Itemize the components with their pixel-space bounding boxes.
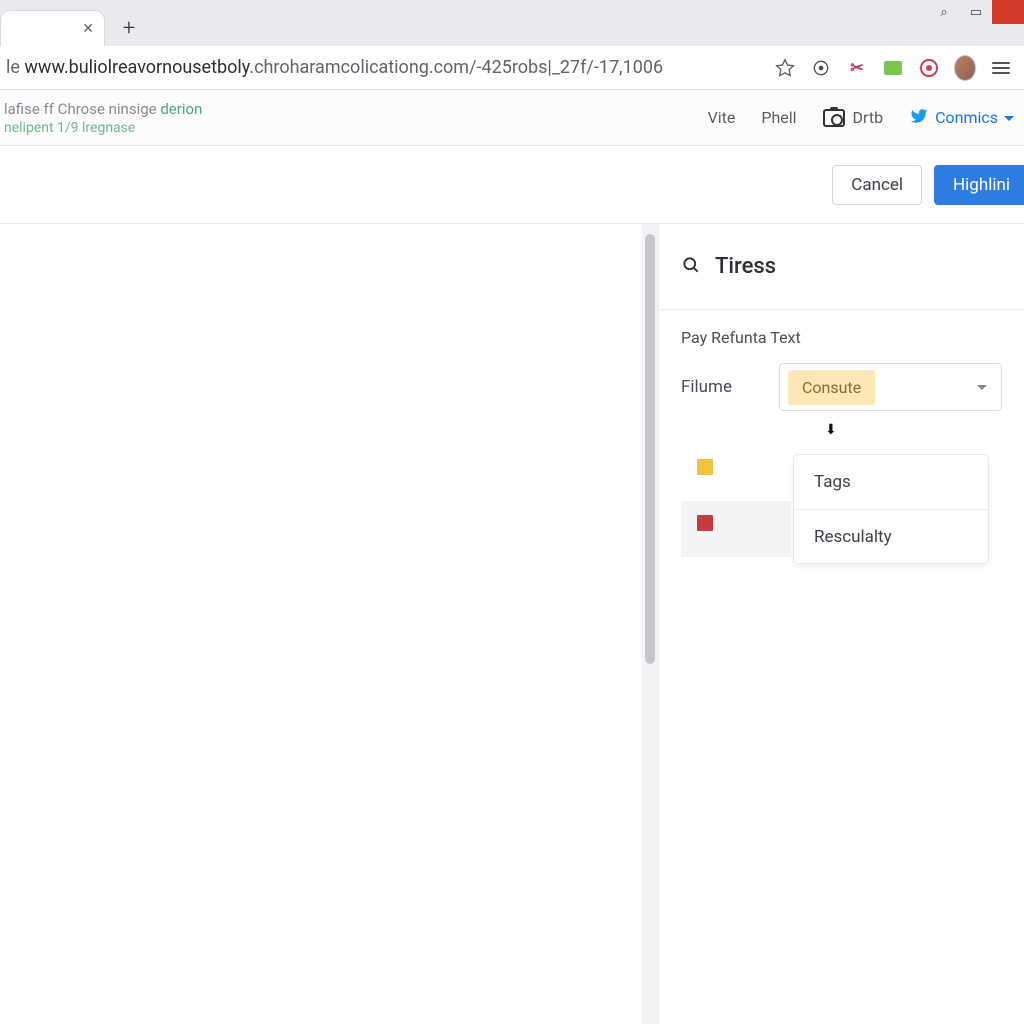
- subbar-line2: nelipent 1/9 lregnase: [4, 120, 202, 136]
- scrollbar-thumb[interactable]: [645, 234, 655, 664]
- search-icon[interactable]: [681, 255, 701, 279]
- url-prefix: le: [6, 57, 24, 78]
- bookmark-star-icon[interactable]: [774, 57, 796, 79]
- legend-item-yellow[interactable]: [681, 445, 791, 501]
- tab-strip: ✕ + ⌕ ▭: [0, 0, 1024, 46]
- sub-bar: lafise ff Chrose ninsige derion nelipent…: [0, 90, 1024, 146]
- profile-avatar[interactable]: [954, 57, 976, 79]
- subbar-line1: lafise ff Chrose ninsige derion: [4, 100, 202, 118]
- url-host: www.buliolreavornousetboly: [24, 57, 249, 78]
- filter-option-resculalty[interactable]: Resculalty: [794, 509, 988, 563]
- window-restore-icon[interactable]: ▭: [960, 0, 992, 24]
- filter-select[interactable]: Consute: [779, 363, 1002, 411]
- legend-item-red[interactable]: [681, 501, 791, 557]
- window-search-icon[interactable]: ⌕: [928, 0, 960, 24]
- main-area: Tiress Pay Refunta Text Filume Consute ⬇: [0, 224, 1024, 1024]
- close-tab-icon[interactable]: ✕: [82, 21, 94, 37]
- url-path: .chroharamcolicationg.com/-425robs|_27f/…: [249, 57, 663, 78]
- nav-link-phell[interactable]: Phell: [761, 108, 796, 127]
- nav-link-vite[interactable]: Vite: [708, 108, 736, 127]
- twitter-icon: [909, 107, 929, 129]
- chevron-down-icon: [977, 385, 987, 395]
- nav-link-conmics[interactable]: Conmics: [909, 107, 1014, 129]
- chevron-down-icon: [1004, 116, 1014, 126]
- filter-option-tags[interactable]: Tags: [794, 455, 988, 509]
- panel-title: Tiress: [715, 254, 776, 279]
- filter-options-popover: Tags Resculalty: [793, 454, 989, 564]
- filter-field-label: Filume: [681, 377, 761, 397]
- pinterest-icon[interactable]: [918, 57, 940, 79]
- swatch-red: [697, 515, 713, 531]
- chat-icon[interactable]: [882, 57, 904, 79]
- target-icon[interactable]: [810, 57, 832, 79]
- vertical-scrollbar[interactable]: [642, 224, 658, 1024]
- panel-header: Tiress: [659, 224, 1024, 310]
- window-close-icon[interactable]: [992, 0, 1024, 24]
- panel-body: Pay Refunta Text Filume Consute ⬇: [659, 310, 1024, 575]
- window-controls: ⌕ ▭: [928, 0, 1024, 24]
- panel-section-label: Pay Refunta Text: [681, 328, 1002, 347]
- cursor-icon: ⬇: [825, 422, 837, 438]
- filter-selected-chip: Consute: [788, 370, 875, 405]
- nav-link-drtb: Drtb: [853, 108, 884, 127]
- active-tab[interactable]: ✕: [0, 10, 105, 46]
- camera-icon[interactable]: Drtb: [823, 108, 884, 127]
- new-tab-button[interactable]: +: [115, 14, 143, 42]
- filter-field-row: Filume Consute: [681, 363, 1002, 411]
- right-panel: Tiress Pay Refunta Text Filume Consute ⬇: [658, 224, 1024, 1024]
- cancel-button[interactable]: Cancel: [832, 165, 922, 205]
- address-bar-row: le www.buliolreavornousetboly.chroharamc…: [0, 46, 1024, 90]
- action-bar: Cancel Highlini: [0, 146, 1024, 224]
- primary-button[interactable]: Highlini: [934, 165, 1024, 205]
- content-canvas: [0, 224, 642, 1024]
- legend: [681, 445, 791, 557]
- browser-menu-icon[interactable]: [990, 57, 1012, 79]
- address-bar[interactable]: le www.buliolreavornousetboly.chroharamc…: [0, 57, 774, 78]
- swatch-yellow: [697, 459, 713, 475]
- scissors-icon[interactable]: ✂: [846, 57, 868, 79]
